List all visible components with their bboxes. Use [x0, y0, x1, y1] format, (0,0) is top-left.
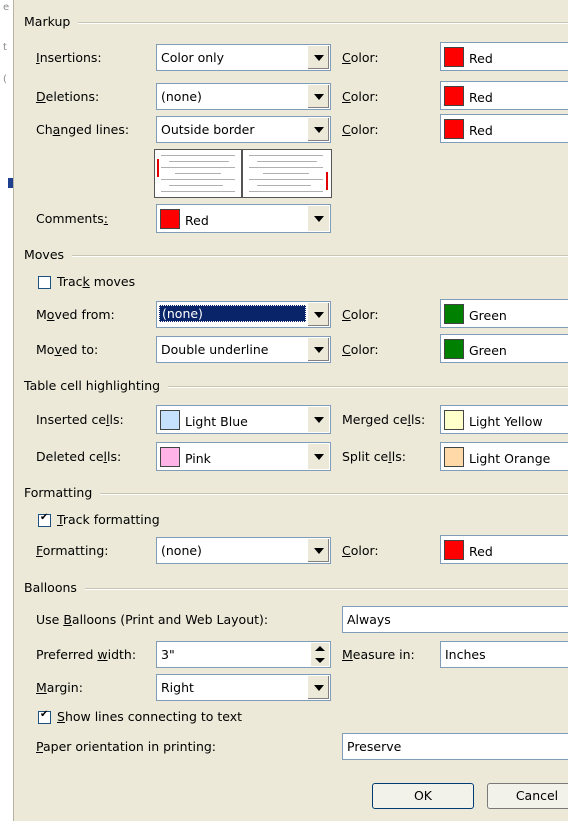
margin-dropdown[interactable]: Right	[156, 674, 331, 701]
paper-orientation-dropdown[interactable]: Preserve	[342, 733, 568, 760]
insertions-color-picker[interactable]: Red	[440, 42, 568, 71]
cancel-button[interactable]: Cancel	[487, 783, 568, 809]
margin-label: Margin:	[36, 680, 83, 695]
show-lines-checkbox[interactable]	[38, 709, 51, 724]
color-swatch-icon	[444, 410, 464, 430]
track-moves-label[interactable]: Track moves	[57, 274, 135, 289]
color-swatch-icon	[444, 304, 464, 324]
moved-to-color-label: Color:	[342, 342, 379, 357]
use-balloons-dropdown[interactable]: Always	[342, 606, 568, 633]
formatting-color-label: Color:	[342, 543, 379, 558]
merged-cells-label: Merged cells:	[342, 412, 426, 427]
split-cells-label: Split cells:	[342, 449, 406, 464]
moved-from-dropdown[interactable]: (none)	[156, 301, 331, 328]
color-swatch-icon	[444, 540, 464, 560]
color-swatch-icon	[160, 209, 180, 229]
color-swatch-icon	[444, 119, 464, 139]
background-glyph: (	[3, 74, 7, 85]
background-window-strip	[0, 0, 14, 821]
changed-lines-preview-left	[154, 149, 242, 198]
moved-from-color-label: Color:	[342, 307, 379, 322]
paper-orientation-label: Paper orientation in printing:	[36, 739, 217, 754]
changed-lines-label: Changed lines:	[36, 122, 130, 137]
inserted-cells-label: Inserted cells:	[36, 412, 124, 427]
preferred-width-label: Preferred width:	[36, 647, 137, 662]
deletions-color-label: Color:	[342, 89, 379, 104]
insertions-color-label: Color:	[342, 50, 379, 65]
section-moves: Moves	[24, 247, 568, 263]
chevron-down-icon[interactable]	[307, 118, 329, 141]
background-glyph: t	[3, 42, 7, 53]
deletions-dropdown[interactable]: (none)	[156, 83, 331, 110]
formatting-color-picker[interactable]: Red	[440, 535, 568, 564]
chevron-down-icon[interactable]	[307, 407, 329, 432]
insertions-label: Insertions:	[36, 50, 102, 65]
preferred-width-spinner[interactable]: 3"	[156, 641, 331, 668]
background-bar	[8, 178, 13, 188]
background-glyph: e	[3, 2, 10, 13]
insertions-dropdown[interactable]: Color only	[156, 44, 331, 71]
section-formatting: Formatting	[24, 485, 568, 501]
color-swatch-icon	[444, 86, 464, 106]
color-swatch-icon	[444, 339, 464, 359]
chevron-down-icon[interactable]	[307, 676, 329, 699]
changed-lines-color-label: Color:	[342, 122, 379, 137]
split-cells-color-picker[interactable]: Light Orange	[440, 442, 568, 471]
chevron-down-icon[interactable]	[307, 46, 329, 69]
deletions-color-picker[interactable]: Red	[440, 81, 568, 110]
moved-from-label: Moved from:	[36, 307, 115, 322]
chevron-down-icon[interactable]	[307, 85, 329, 108]
formatting-label: Formatting:	[36, 543, 109, 558]
moved-to-color-picker[interactable]: Green	[440, 334, 568, 363]
changed-lines-dropdown[interactable]: Outside border	[156, 116, 331, 143]
comments-label: Comments:	[36, 211, 108, 226]
formatting-dropdown[interactable]: (none)	[156, 537, 331, 564]
merged-cells-color-picker[interactable]: Light Yellow	[440, 405, 568, 434]
track-formatting-label[interactable]: Track formatting	[57, 512, 160, 527]
changed-lines-preview-right	[242, 149, 332, 198]
changed-lines-color-picker[interactable]: Red	[440, 114, 568, 143]
inserted-cells-dropdown[interactable]: Light Blue	[156, 405, 331, 434]
color-swatch-icon	[160, 410, 180, 430]
show-lines-label[interactable]: Show lines connecting to text	[57, 709, 242, 724]
measure-in-label: Measure in:	[342, 647, 415, 662]
deleted-cells-dropdown[interactable]: Pink	[156, 442, 331, 471]
chevron-down-icon[interactable]	[307, 206, 329, 231]
moved-to-label: Moved to:	[36, 342, 99, 357]
comments-color-dropdown[interactable]: Red	[156, 204, 331, 233]
moved-from-color-picker[interactable]: Green	[440, 299, 568, 328]
color-swatch-icon	[160, 447, 180, 467]
moved-to-dropdown[interactable]: Double underline	[156, 336, 331, 363]
deletions-label: Deletions:	[36, 89, 100, 104]
spinner-arrows-icon[interactable]	[310, 643, 329, 666]
chevron-down-icon[interactable]	[307, 539, 329, 562]
color-swatch-icon	[444, 47, 464, 67]
deleted-cells-label: Deleted cells:	[36, 449, 122, 464]
section-table-cell-highlighting: Table cell highlighting	[24, 378, 568, 394]
section-markup: Markup	[24, 14, 568, 30]
chevron-down-icon[interactable]	[307, 303, 329, 326]
use-balloons-label: Use Balloons (Print and Web Layout):	[36, 612, 269, 627]
color-swatch-icon	[444, 447, 464, 467]
measure-in-dropdown[interactable]: Inches	[440, 641, 568, 668]
track-formatting-checkbox[interactable]	[38, 512, 51, 527]
track-moves-checkbox[interactable]	[38, 276, 51, 289]
chevron-down-icon[interactable]	[307, 338, 329, 361]
chevron-down-icon[interactable]	[307, 444, 329, 469]
section-balloons: Balloons	[24, 580, 568, 596]
ok-button[interactable]: OK	[372, 783, 474, 809]
